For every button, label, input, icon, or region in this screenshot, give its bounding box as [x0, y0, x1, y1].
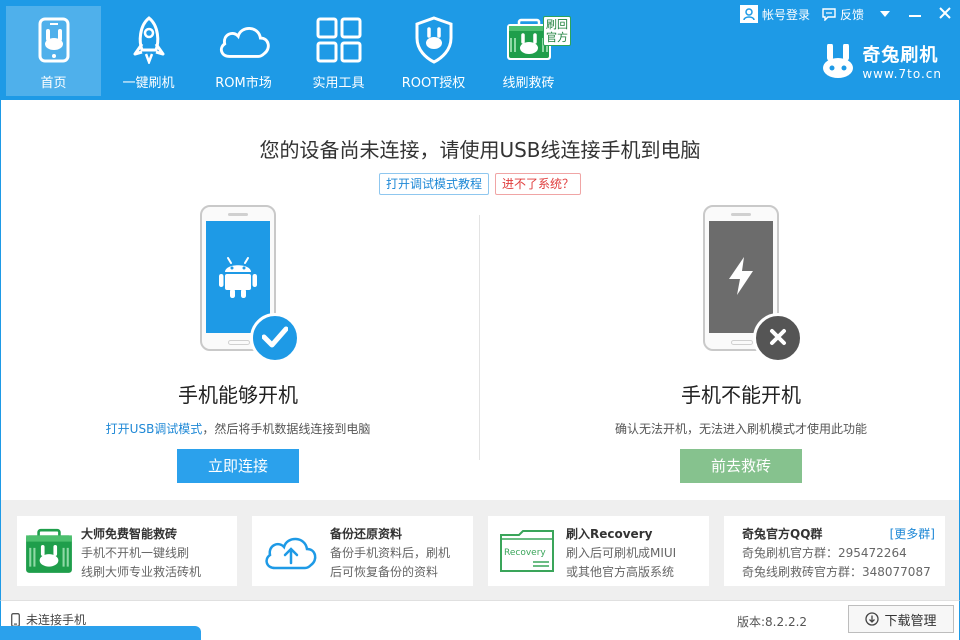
- top-bar: 首页 一键刷机 ROM市场 实用工具 ROOT授权 线刷救砖 刷回官方 帐号登录…: [0, 0, 960, 100]
- phone-cannot-boot-panel: 手机不能开机 确认无法开机，无法进入刷机模式才使用此功能 前去救砖: [591, 205, 891, 483]
- nav-label: 线刷救砖: [502, 76, 555, 91]
- can-boot-description: 打开USB调试模式，然后将手机数据线连接到电脑: [88, 420, 388, 437]
- phone-icon: [11, 612, 20, 627]
- brand-text: 奇兔刷机 www.7to.cn: [862, 44, 942, 82]
- feedback-label: 反馈: [839, 7, 864, 22]
- version-label: 版本:8.2.2.2: [737, 615, 808, 629]
- brand-logo: 奇兔刷机 www.7to.cn: [820, 43, 942, 83]
- window-controls: 帐号登录 反馈: [734, 0, 960, 28]
- usb-debug-link[interactable]: 打开USB调试模式: [106, 422, 203, 436]
- menu-dropdown-button[interactable]: [870, 0, 900, 28]
- nav-label: 首页: [40, 76, 67, 91]
- login-label: 帐号登录: [761, 7, 810, 22]
- nav-item-one-click-flash[interactable]: 一键刷机: [101, 6, 196, 96]
- rescue-kit-icon: [17, 516, 81, 586]
- card-title: 刷入Recovery: [566, 527, 653, 541]
- nav-item-rescue[interactable]: 线刷救砖 刷回官方: [481, 6, 576, 96]
- phone-illustration: [200, 205, 300, 363]
- rabbit-phone-icon: [26, 14, 82, 66]
- feedback-button[interactable]: 反馈: [816, 0, 870, 28]
- android-icon: [219, 254, 257, 301]
- more-groups-link[interactable]: [更多群]: [890, 525, 935, 542]
- connect-now-button[interactable]: 立即连接: [177, 449, 299, 483]
- card-backup-restore[interactable]: 备份还原资料 备份手机资料后，刷机 后可恢复备份的资料: [252, 516, 473, 586]
- minimize-icon: [909, 7, 921, 21]
- grid-icon: [311, 14, 367, 66]
- cannot-boot-title: 手机不能开机: [681, 383, 801, 407]
- lightning-icon: [726, 256, 756, 299]
- minimize-button[interactable]: [900, 0, 930, 28]
- back-to-official-badge: 刷回官方: [543, 16, 571, 46]
- notification-popup-edge[interactable]: [0, 626, 201, 640]
- download-icon: [865, 612, 880, 626]
- cannot-enter-system-link[interactable]: 进不了系统？: [495, 173, 582, 195]
- download-manager-label: 下载管理: [884, 613, 937, 629]
- checkmark-icon: [261, 326, 289, 351]
- card-line: 手机不开机一键线刷: [81, 546, 190, 560]
- nav-item-rom-market[interactable]: ROM市场: [196, 6, 291, 96]
- card-line: 后可恢复备份的资料: [330, 565, 439, 579]
- nav-item-home[interactable]: 首页: [6, 6, 101, 96]
- card-line: 线刷大师专业救活砖机: [81, 565, 202, 579]
- go-rescue-button[interactable]: 前去救砖: [680, 449, 802, 483]
- card-title: 大师免费智能救砖: [81, 527, 178, 541]
- close-icon: [939, 6, 951, 22]
- shield-icon: [406, 14, 462, 66]
- card-line: 或其他官方高版系统: [566, 565, 675, 579]
- brand-url: www.7to.cn: [862, 66, 942, 81]
- nav-item-root[interactable]: ROOT授权: [386, 6, 481, 96]
- cloud-icon: [216, 14, 272, 66]
- nav-label: 一键刷机: [122, 76, 175, 91]
- login-button[interactable]: 帐号登录: [734, 0, 816, 28]
- column-divider: [479, 215, 480, 460]
- cannot-boot-description: 确认无法开机，无法进入刷机模式才使用此功能: [614, 422, 867, 436]
- rocket-icon: [121, 14, 177, 66]
- download-manager-button[interactable]: 下载管理: [848, 605, 954, 633]
- cloud-upload-icon: [252, 516, 330, 586]
- check-badge: [250, 313, 300, 363]
- chevron-down-icon: [879, 7, 891, 21]
- x-badge: [753, 313, 803, 363]
- card-line: 备份手机资料后，刷机: [330, 546, 451, 560]
- close-button[interactable]: [930, 0, 960, 28]
- card-flash-recovery[interactable]: Recovery 刷入Recovery 刷入后可刷机成MIUI 或其他官方高版系…: [488, 516, 709, 586]
- brand-name: 奇兔刷机: [862, 44, 939, 66]
- nav-label: 实用工具: [312, 76, 365, 91]
- nav-label: ROM市场: [215, 76, 272, 91]
- card-qq-groups: 奇兔官方QQ群 奇兔刷机官方群：295472264 奇兔线刷救砖官方群：3480…: [724, 516, 945, 586]
- recovery-folder-icon: Recovery: [488, 516, 566, 586]
- card-line: 刷入后可刷机成MIUI: [566, 546, 677, 560]
- rabbit-logo-icon: [820, 43, 856, 83]
- feature-cards: 大师免费智能救砖 手机不开机一键线刷 线刷大师专业救活砖机 备份还原资料 备份手…: [0, 500, 960, 600]
- debug-mode-tutorial-link[interactable]: 打开调试模式教程: [378, 173, 489, 195]
- user-icon: [739, 5, 758, 23]
- x-icon: [769, 328, 787, 349]
- nav-item-tools[interactable]: 实用工具: [291, 6, 386, 96]
- card-line: 奇兔刷机官方群：295472264: [742, 546, 907, 560]
- card-line: 奇兔线刷救砖官方群：348077087: [742, 565, 931, 579]
- phone-can-boot-panel: 手机能够开机 打开USB调试模式，然后将手机数据线连接到电脑 立即连接: [88, 205, 388, 483]
- can-boot-desc-text: ，然后将手机数据线连接到电脑: [202, 422, 371, 436]
- can-boot-title: 手机能够开机: [178, 383, 298, 407]
- main-nav: 首页 一键刷机 ROM市场 实用工具 ROOT授权 线刷救砖 刷回官方: [6, 6, 576, 96]
- nav-label: ROOT授权: [401, 76, 466, 91]
- phone-illustration: [703, 205, 803, 363]
- main-panel: 您的设备尚未连接，请使用USB线连接手机到电脑 打开调试模式教程 进不了系统？: [0, 100, 960, 500]
- help-tags: 打开调试模式教程 进不了系统？: [1, 173, 959, 195]
- connection-headline: 您的设备尚未连接，请使用USB线连接手机到电脑: [259, 138, 701, 162]
- card-smart-rescue[interactable]: 大师免费智能救砖 手机不开机一键线刷 线刷大师专业救活砖机: [17, 516, 237, 586]
- chat-bubble-icon: [822, 7, 836, 21]
- card-title: 备份还原资料: [330, 527, 403, 541]
- svg-text:Recovery: Recovery: [504, 548, 546, 558]
